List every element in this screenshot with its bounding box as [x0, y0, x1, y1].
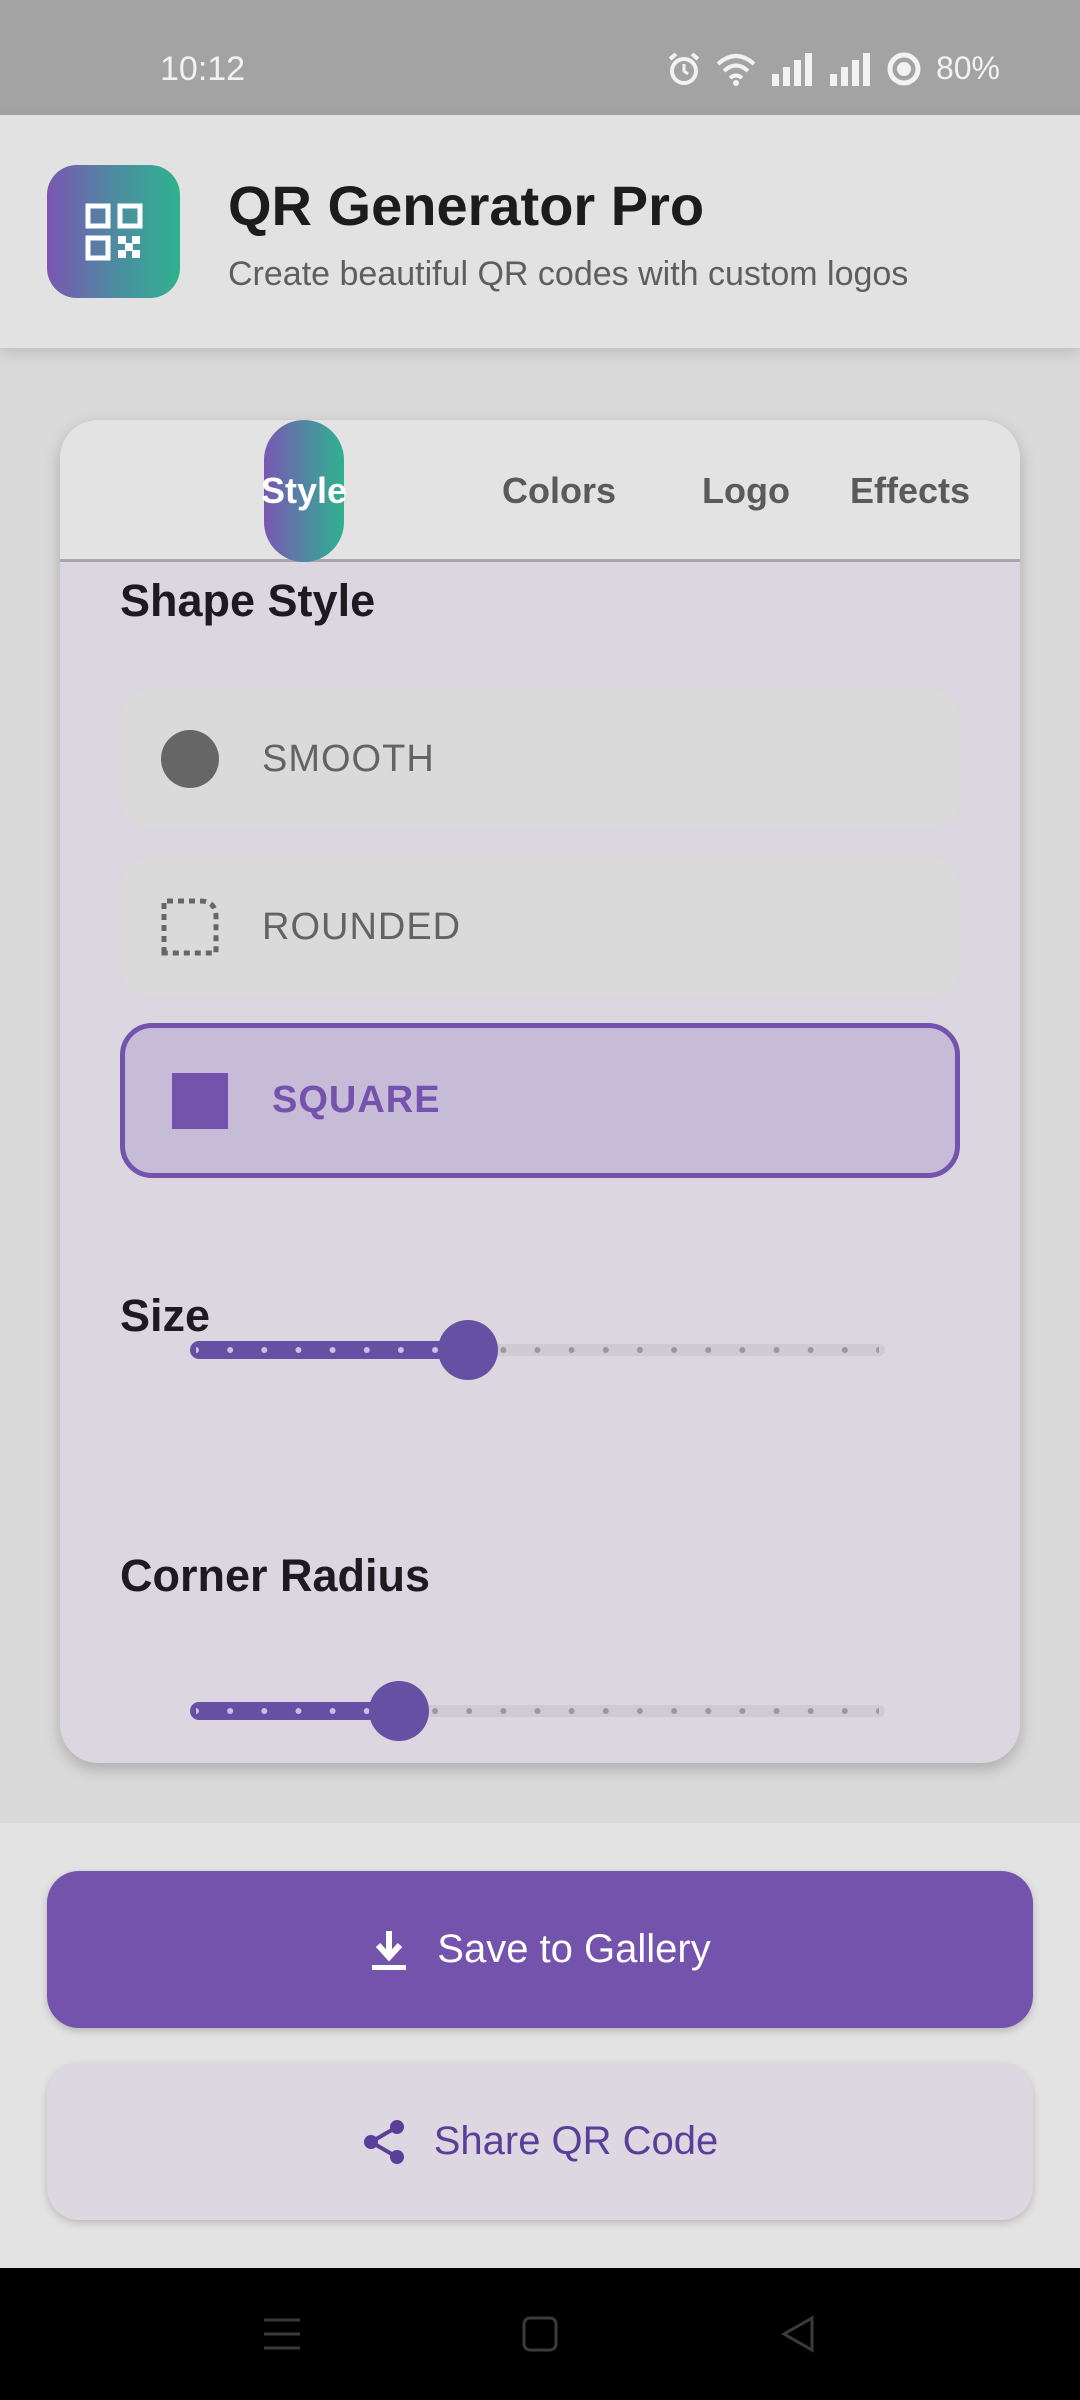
slider-tick [466, 1708, 473, 1714]
slider-tick [227, 1347, 234, 1353]
slider-tick [432, 1708, 439, 1714]
wifi-icon [716, 53, 756, 86]
square-icon [170, 1071, 230, 1131]
tab-effects[interactable]: Effects [800, 420, 1020, 562]
slider-tick [534, 1347, 541, 1353]
size-slider[interactable] [190, 1320, 885, 1380]
slider-thumb[interactable] [438, 1320, 498, 1380]
slider-tick [397, 1347, 404, 1353]
back-icon[interactable] [766, 2302, 830, 2366]
tab-bar: Style Colors Logo Effects [60, 420, 1020, 562]
slider-tick [841, 1708, 848, 1714]
download-icon [372, 1930, 407, 1970]
slider-tick [602, 1347, 609, 1353]
tab-style[interactable]: Style [261, 420, 347, 562]
slider-tick [500, 1347, 507, 1353]
slider-tick [739, 1347, 746, 1353]
slider-tick [261, 1347, 268, 1353]
slider-tick [807, 1708, 814, 1714]
slider-tick [329, 1347, 336, 1353]
tab-logo[interactable]: Logo [620, 420, 820, 562]
share-qr-code-button[interactable]: Share QR Code [47, 2063, 1033, 2220]
tab-logo-label: Logo [702, 470, 790, 511]
slider-tick [329, 1708, 336, 1714]
slider-tick [196, 1347, 199, 1353]
shape-option-rounded[interactable]: ROUNDED [120, 858, 960, 996]
slider-tick [568, 1347, 575, 1353]
slider-tick [773, 1708, 780, 1714]
slider-tick [705, 1347, 712, 1353]
status-time: 10:12 [160, 50, 246, 88]
slider-tick [671, 1708, 678, 1714]
slider-ticks [196, 1708, 879, 1714]
app-title: QR Generator Pro [228, 174, 705, 237]
menu-icon[interactable] [250, 2302, 314, 2366]
slider-tick [568, 1708, 575, 1714]
corner-radius-heading: Corner Radius [120, 1550, 431, 1601]
status-icons: 80% [666, 50, 1000, 87]
shape-option-label: SQUARE [272, 1079, 441, 1121]
rounded-corner-icon [160, 897, 220, 957]
slider-thumb[interactable] [369, 1681, 429, 1741]
slider-tick [534, 1708, 541, 1714]
slider-tick [295, 1347, 302, 1353]
shape-style-heading: Shape Style [120, 575, 376, 626]
slider-tick [636, 1708, 643, 1714]
app-logo [47, 165, 180, 298]
slider-tick [773, 1347, 780, 1353]
slider-tick [705, 1708, 712, 1714]
shape-option-label: SMOOTH [262, 737, 435, 780]
slider-tick [500, 1708, 507, 1714]
tab-colors-label: Colors [502, 470, 617, 511]
share-button-label: Share QR Code [433, 2119, 719, 2163]
slider-tick [196, 1708, 199, 1714]
slider-tick [295, 1708, 302, 1714]
app-subtitle: Create beautiful QR codes with custom lo… [228, 255, 909, 293]
status-bar: 10:12 80% [0, 0, 1080, 115]
signal-icon [771, 52, 812, 86]
save-to-gallery-button[interactable]: Save to Gallery [47, 1871, 1033, 2028]
slider-tick [671, 1347, 678, 1353]
slider-tick [876, 1708, 879, 1714]
battery-level: 80% [935, 50, 1000, 86]
home-icon[interactable] [508, 2302, 572, 2366]
action-bar: Save to Gallery Share QR Code [0, 1823, 1080, 2268]
slider-ticks [196, 1347, 879, 1353]
slider-tick [807, 1347, 814, 1353]
slider-tick [636, 1347, 643, 1353]
slider-tick [363, 1347, 370, 1353]
system-nav-bar [0, 2268, 1080, 2400]
slider-tick [261, 1708, 268, 1714]
battery-icon [887, 52, 921, 85]
signal-icon [829, 52, 870, 86]
slider-tick [739, 1708, 746, 1714]
qr-code-icon [85, 203, 142, 260]
shape-option-label: ROUNDED [262, 905, 462, 948]
circle-icon [160, 729, 220, 789]
shape-option-smooth[interactable]: SMOOTH [120, 690, 960, 828]
corner-radius-slider[interactable] [190, 1681, 885, 1741]
alarm-icon [668, 51, 700, 85]
slider-tick [602, 1708, 609, 1714]
slider-tick [841, 1347, 848, 1353]
save-button-label: Save to Gallery [437, 1927, 711, 1971]
share-icon [363, 2119, 404, 2164]
shape-option-square[interactable]: SQUARE [120, 1023, 960, 1178]
slider-tick [876, 1347, 879, 1353]
style-settings-card: Style Colors Logo Effects Shape Style SM… [60, 420, 1020, 1763]
app-header: QR Generator Pro Create beautiful QR cod… [0, 115, 1080, 348]
slider-tick [227, 1708, 234, 1714]
